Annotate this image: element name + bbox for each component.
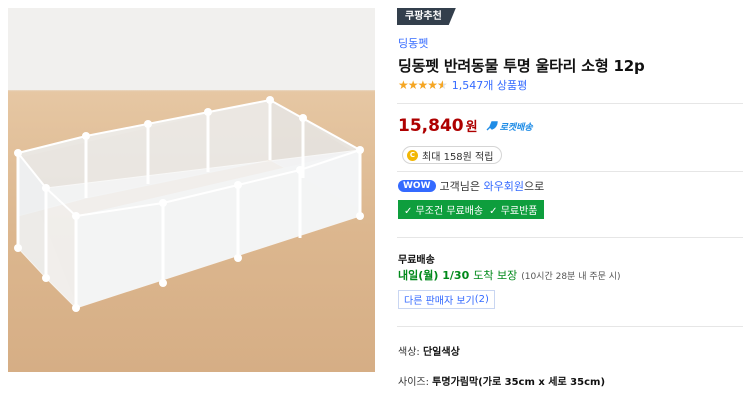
rocket-delivery-badge: 로켓배송 (486, 120, 533, 133)
rating-row[interactable]: ★★★★★ 1,547개 상품평 (398, 77, 527, 93)
wow-badge: WOW (398, 180, 436, 192)
wow-prefix: 고객님은 (439, 180, 480, 193)
coupang-recommend-badge: 쿠팡추천 (397, 8, 456, 25)
other-sellers-label: 다른 판매자 보기 (404, 296, 475, 307)
delivery-date: 내일(월) 1/30 (398, 269, 470, 282)
cash-reward-text: 최대 158원 적립 (422, 151, 494, 163)
divider (397, 237, 743, 238)
other-sellers-count: (2) (474, 294, 489, 305)
price-value: 15,840 (398, 116, 464, 136)
color-option-value: 단일색상 (422, 347, 460, 358)
price-row: 15,840 원 로켓배송 (398, 116, 533, 136)
delivery-guarantee: 도착 보장 (473, 269, 518, 282)
divider (397, 171, 743, 172)
size-option-value: 투명가림막(가로 35cm x 세로 35cm) (432, 377, 606, 388)
wow-suffix: 으로 (523, 180, 545, 193)
rocket-icon (486, 121, 498, 131)
coin-icon: C (407, 149, 418, 161)
price-unit: 원 (465, 120, 478, 135)
wow-benefit-box: ✓ 무조건 무료배송 ✓ 무료반품 (398, 200, 544, 219)
other-sellers-button[interactable]: 다른 판매자 보기 (2) (398, 290, 495, 309)
pet-fence-illustration (14, 96, 364, 312)
brand-link[interactable]: 딩동펫 (398, 35, 428, 51)
delivery-row: 내일(월) 1/30 도착 보장 (10시간 28분 내 주문 시) (398, 267, 621, 283)
size-option-row[interactable]: 사이즈: 투명가림막(가로 35cm x 세로 35cm) (398, 373, 605, 388)
wow-member-row: WOW 고객님은 와우회원 으로 (398, 178, 544, 194)
cash-reward-pill: C 최대 158원 적립 (402, 146, 503, 164)
product-title: 딩동펫 반려동물 투명 울타리 소형 12p (398, 57, 645, 75)
rating-stars-icon: ★★★★★ (398, 78, 448, 92)
review-count-link[interactable]: 1,547개 상품평 (452, 77, 527, 93)
product-image[interactable] (8, 8, 375, 372)
divider (397, 103, 743, 104)
color-option-row[interactable]: 색상: 단일색상 (398, 343, 460, 358)
divider (397, 326, 743, 327)
rocket-delivery-label: 로켓배송 (499, 122, 533, 133)
size-option-label: 사이즈: (398, 377, 429, 388)
color-option-label: 색상: (398, 347, 420, 358)
wow-member-link[interactable]: 와우회원 (484, 178, 524, 194)
free-shipping-label: 무료배송 (398, 255, 435, 266)
free-shipping-benefit: ✓ 무조건 무료배송 (404, 206, 484, 217)
delivery-cutoff-note: (10시간 28분 내 주문 시) (521, 272, 621, 282)
free-return-benefit: ✓ 무료반품 (489, 206, 538, 217)
